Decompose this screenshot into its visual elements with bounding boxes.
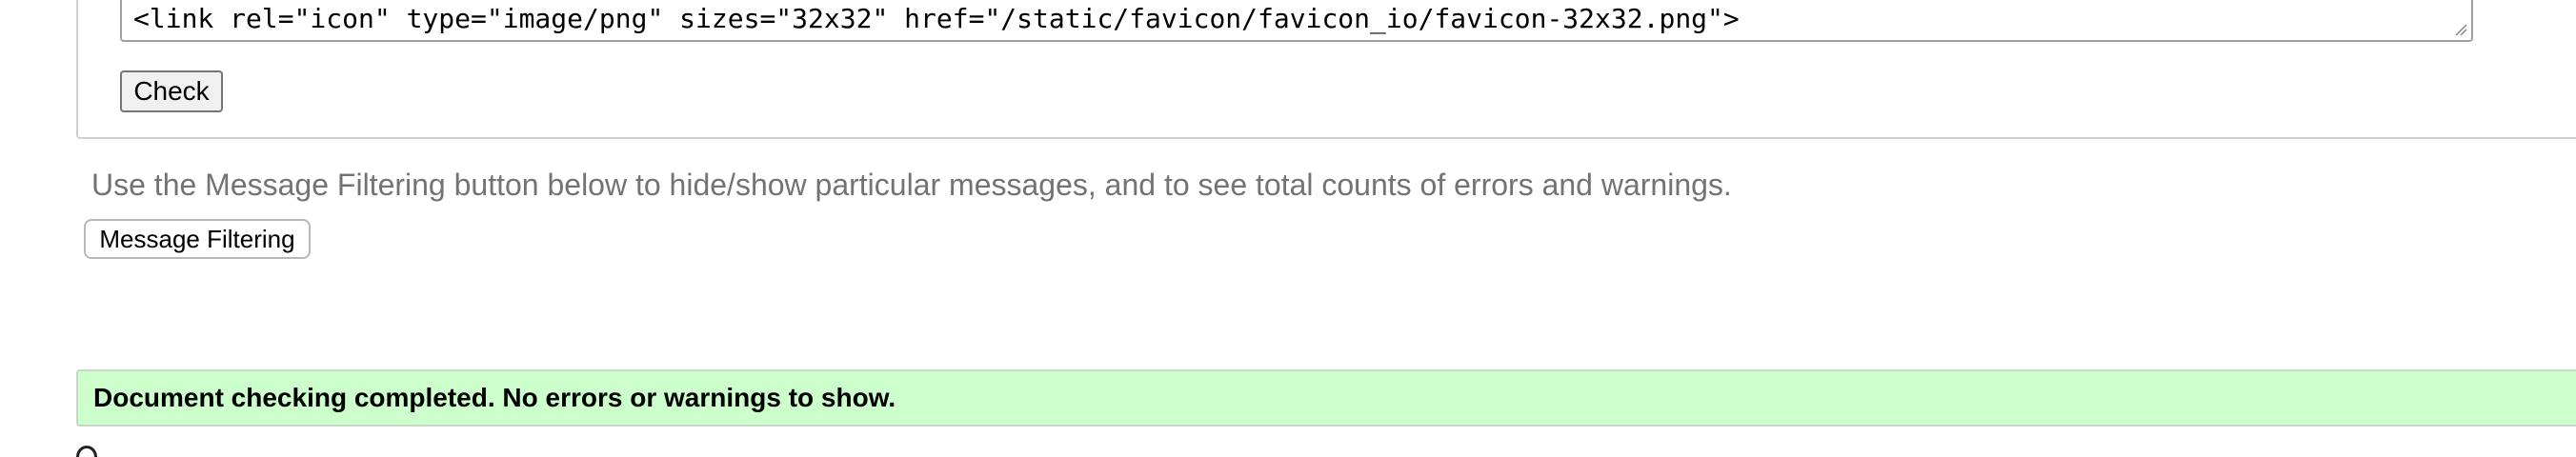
message-filtering-button[interactable]: Message Filtering bbox=[84, 219, 311, 259]
resize-handle-icon[interactable] bbox=[2454, 23, 2467, 36]
source-textarea[interactable]: <link rel="icon" type="image/png" sizes=… bbox=[120, 0, 2473, 42]
check-button[interactable]: Check bbox=[120, 70, 223, 112]
filtering-instructions: Use the Message Filtering button below t… bbox=[91, 168, 1732, 202]
status-banner: Document checking completed. No errors o… bbox=[76, 369, 2576, 427]
next-section-heading-fragment bbox=[76, 446, 97, 457]
status-message: Document checking completed. No errors o… bbox=[93, 383, 896, 412]
validator-page: <link rel="icon" type="image/png" sizes=… bbox=[0, 0, 2576, 457]
source-code-line: <link rel="icon" type="image/png" sizes=… bbox=[133, 3, 1740, 34]
